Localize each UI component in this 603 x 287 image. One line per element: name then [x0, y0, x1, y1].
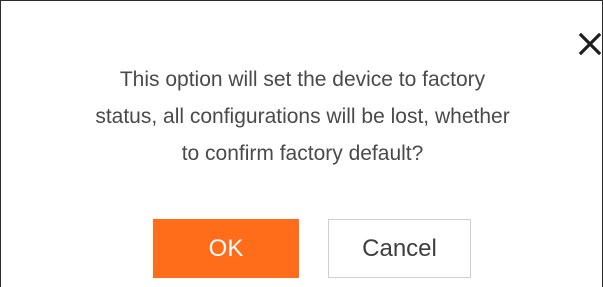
factory-reset-dialog: This option will set the device to facto…	[0, 0, 603, 287]
ok-button[interactable]: OK	[153, 219, 299, 278]
close-icon[interactable]	[577, 31, 603, 57]
dialog-message: This option will set the device to facto…	[95, 68, 510, 165]
cancel-button[interactable]: Cancel	[328, 219, 471, 278]
